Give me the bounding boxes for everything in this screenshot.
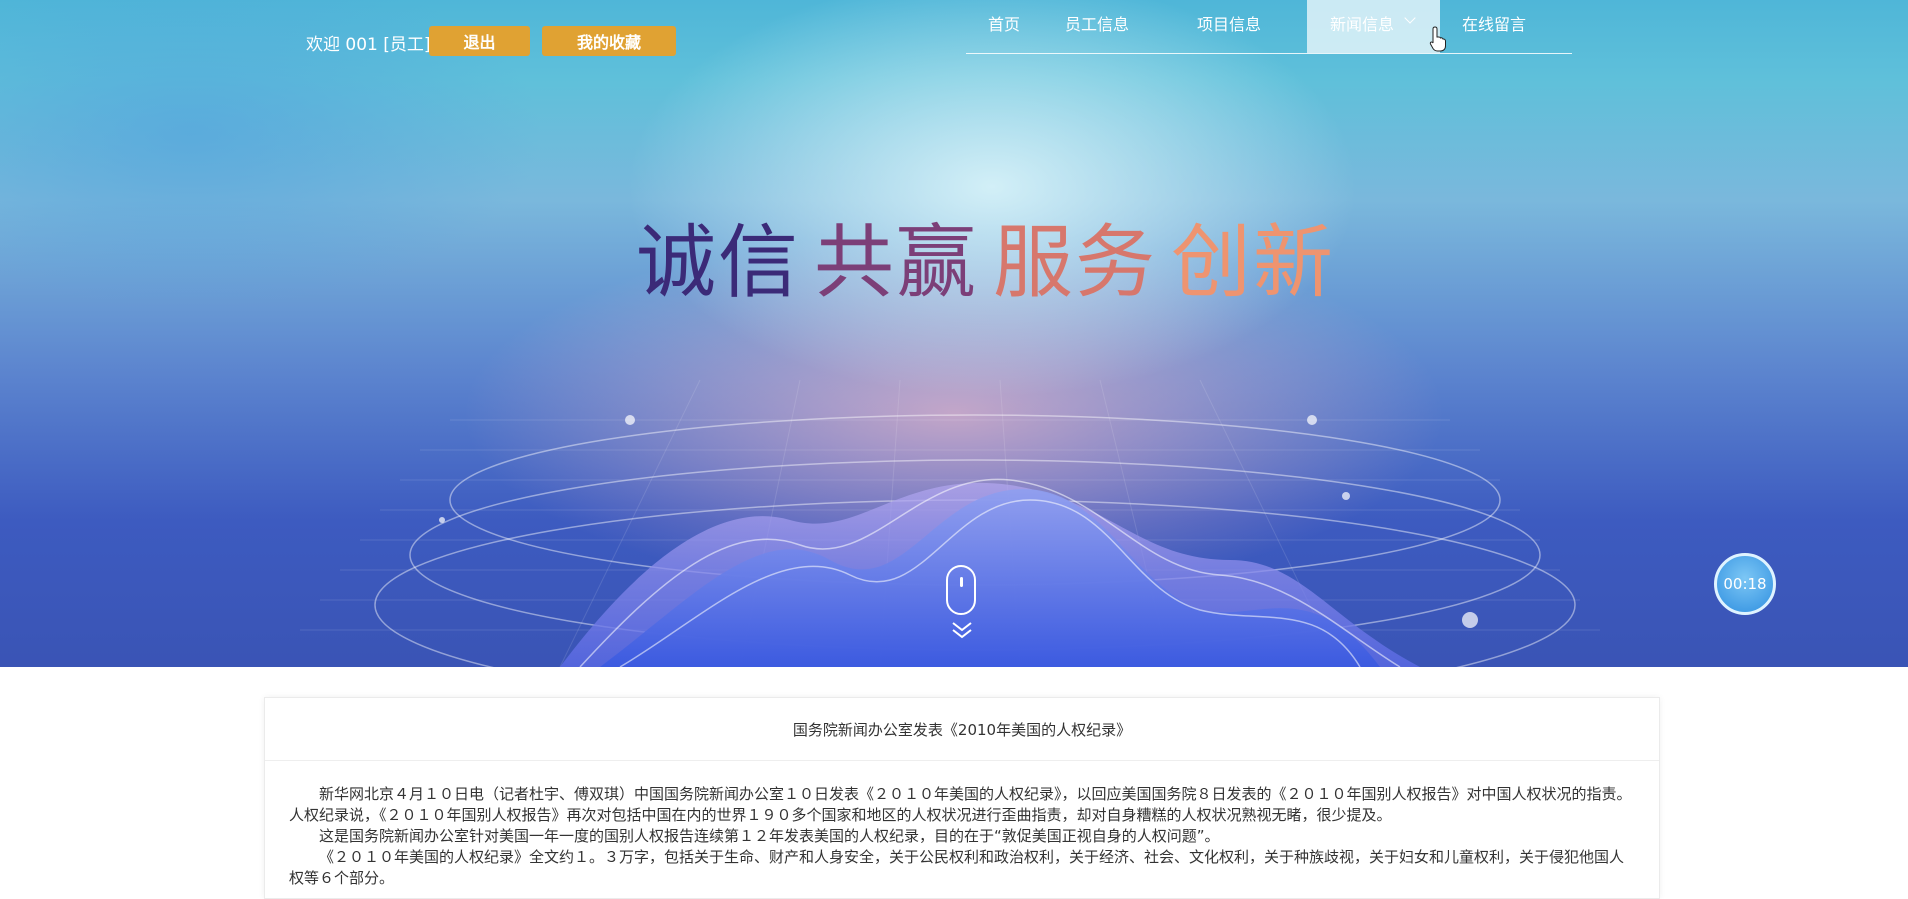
nav-item-home[interactable]: 首页: [988, 0, 1020, 53]
hero-banner: 欢迎 001 [员工] 退出 我的收藏 首页 员工信息 项目信息 新闻信息 在线…: [0, 0, 1908, 667]
nav-item-messages[interactable]: 在线留言: [1462, 0, 1526, 53]
hand-cursor-icon: [1429, 26, 1446, 52]
double-chevron-down-icon[interactable]: [951, 620, 973, 640]
nav-item-label: 首页: [988, 15, 1021, 34]
scroll-mouse-icon[interactable]: [946, 565, 976, 615]
nav-item-label: 员工信息: [1065, 15, 1130, 34]
favorites-button[interactable]: 我的收藏: [542, 26, 676, 56]
welcome-text: 欢迎 001 [员工]: [306, 35, 431, 55]
article-paragraph: 《２０１０年美国的人权纪录》全文约１。３万字，包括关于生命、财产和人身安全，关于…: [289, 848, 1625, 887]
nav-item-label: 新闻信息: [1330, 15, 1395, 34]
slogan-service: 服务: [993, 216, 1157, 309]
logout-button[interactable]: 退出: [429, 26, 530, 56]
main-nav: 首页 员工信息 项目信息 新闻信息 在线留言: [966, 0, 1572, 54]
countdown-timer[interactable]: 00:18: [1714, 553, 1776, 615]
article-paragraph: 这是国务院新闻办公室针对美国一年一度的国别人权报告连续第１２年发表美国的人权纪录…: [319, 827, 1220, 845]
slogan-win-win: 共赢: [814, 216, 978, 309]
article-title: 国务院新闻办公室发表《2010年美国的人权纪录》: [265, 698, 1659, 761]
nav-item-label: 在线留言: [1462, 15, 1527, 34]
nav-item-news[interactable]: 新闻信息: [1307, 0, 1440, 53]
chevron-down-icon: [1404, 12, 1416, 24]
article-paragraph: 新华网北京４月１０日电（记者杜宇、傅双琪）中国国务院新闻办公室１０日发表《２０１…: [289, 785, 1632, 824]
nav-item-label: 项目信息: [1197, 15, 1262, 34]
slogan-integrity: 诚信: [636, 216, 800, 309]
slogan-innovation: 创新: [1171, 216, 1335, 309]
nav-item-projects[interactable]: 项目信息: [1197, 0, 1261, 53]
article-body: 新华网北京４月１０日电（记者杜宇、傅双琪）中国国务院新闻办公室１０日发表《２０１…: [289, 784, 1637, 889]
news-article-card: 国务院新闻办公室发表《2010年美国的人权纪录》 新华网北京４月１０日电（记者杜…: [264, 697, 1660, 899]
nav-item-staff[interactable]: 员工信息: [1065, 0, 1129, 53]
